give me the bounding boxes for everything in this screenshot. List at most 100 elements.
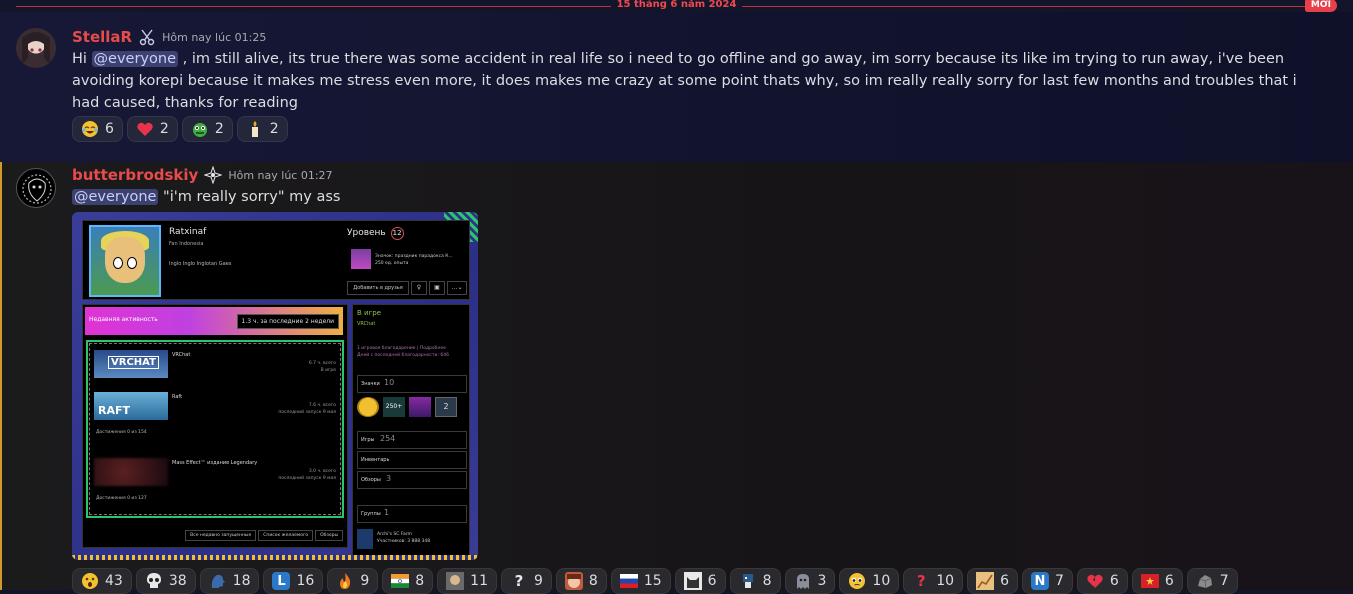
- attachment-image[interactable]: Ratxinaf Fan Indonesia Inglo Inglo Inglo…: [72, 212, 478, 560]
- mass-effect-logo: [94, 458, 168, 486]
- reaction-count: 9: [533, 573, 543, 589]
- steam-level-label: Уровень: [347, 228, 386, 238]
- reaction[interactable]: 6: [967, 568, 1018, 594]
- reaction[interactable]: 9: [327, 568, 379, 594]
- reaction[interactable]: 6: [674, 568, 726, 594]
- candle-icon: [246, 120, 264, 138]
- badge-250-icon: 250+: [383, 397, 405, 417]
- rock-icon: [1196, 572, 1214, 590]
- recent-activity-panel: Недавняя активность 1.3 ч. за последние …: [82, 304, 348, 548]
- broken-heart-icon: [1086, 572, 1104, 590]
- reaction-count: 16: [296, 573, 315, 589]
- reaction-count: 8: [588, 573, 598, 589]
- more-icon: …⌄: [447, 281, 467, 295]
- text-body: "i'm really sorry" my ass: [158, 189, 341, 205]
- talking-head-icon: [209, 572, 227, 590]
- game-name: Raft: [172, 394, 183, 400]
- reaction-bar: 6 2 2 2: [72, 116, 288, 142]
- gratitude-days: Дней с последней благодарности: 646: [357, 353, 449, 358]
- steam-profile-name: Ratxinaf: [169, 227, 207, 237]
- reaction-bar: 43 38 18 L 16 9 8 11 ? 9 8 15 6 8 3 10 ? 10…: [72, 568, 1238, 594]
- timestamp[interactable]: Hôm nay lúc 01:27: [228, 169, 332, 182]
- reaction[interactable]: ? 9: [500, 568, 552, 594]
- username[interactable]: butterbrodskiy: [72, 166, 198, 184]
- add-friend-button: Добавить в друзья: [347, 281, 409, 295]
- message-content: @everyone "i'm really sorry" my ass: [72, 186, 340, 208]
- game-item: VRCHAT VRChat 6.7 ч. всего В игре: [94, 348, 338, 396]
- new-messages-badge[interactable]: MỚI: [1304, 0, 1337, 12]
- reaction-count: 15: [643, 573, 662, 589]
- badge-name: Значок: праздник парадокса К...: [375, 254, 453, 259]
- reaction[interactable]: 7: [1186, 568, 1238, 594]
- message-content: Hi @everyone , im still alive, its true …: [72, 48, 1297, 114]
- raft-logo: RAFT: [94, 392, 168, 420]
- reaction[interactable]: 8: [729, 568, 781, 594]
- reaction[interactable]: 2: [181, 116, 233, 142]
- mention-everyone[interactable]: @everyone: [72, 189, 159, 205]
- groups-count: 1: [384, 508, 390, 517]
- reaction-count: 6: [1164, 573, 1174, 589]
- red-question-icon: ?: [916, 571, 926, 590]
- decorative-stripes: [72, 555, 478, 560]
- trophy-icon: ♀: [411, 281, 427, 295]
- reaction[interactable]: 6: [1131, 568, 1183, 594]
- reaction[interactable]: 6: [1076, 568, 1128, 594]
- reaction[interactable]: L 16: [263, 568, 324, 594]
- reaction[interactable]: 8: [555, 568, 607, 594]
- inventory-box: Инвентарь: [357, 451, 467, 469]
- message-header: butterbrodskiy Hôm nay lúc 01:27: [72, 165, 333, 185]
- reaction[interactable]: 15: [610, 568, 671, 594]
- reaction[interactable]: 10: [839, 568, 900, 594]
- games-box: Игры 254: [357, 431, 467, 449]
- scissors-icon[interactable]: [138, 28, 156, 46]
- reaction-count: 6: [105, 121, 114, 137]
- divider-date: 15 tháng 6 năm 2024: [610, 0, 743, 10]
- games-count: 254: [380, 434, 396, 443]
- question-mark-icon: ?: [514, 571, 524, 590]
- sparkle-badge-icon[interactable]: [203, 165, 223, 185]
- group-name: Archi's SC Farm: [377, 532, 412, 537]
- text-body: , im still alive, its true there was som…: [72, 51, 1297, 111]
- game-stats: 6.7 ч. всего В игре: [309, 360, 336, 374]
- current-game: VRChat: [357, 321, 376, 327]
- crying-laughing-icon: [81, 120, 99, 138]
- pleading-face-icon: [848, 572, 866, 590]
- group-info: Archi's SC Farm Участников: 3 888 348: [377, 531, 430, 545]
- group-members: Участников: 3 888 348: [377, 539, 431, 544]
- group-logo: [357, 529, 373, 549]
- india-flag-icon: [391, 572, 410, 590]
- reaction-count: 18: [232, 573, 251, 589]
- reaction[interactable]: 3: [784, 568, 836, 594]
- reaction[interactable]: 6: [72, 116, 123, 142]
- reaction[interactable]: 11: [437, 568, 497, 594]
- reaction-count: 8: [415, 573, 425, 589]
- reaction-count: 2: [269, 121, 279, 137]
- games-label: Игры: [361, 437, 375, 443]
- reaction-count: 7: [1219, 573, 1229, 589]
- avatar-butterbrodskiy[interactable]: [16, 168, 56, 208]
- reaction[interactable]: N7: [1022, 568, 1073, 594]
- avatar-stellar[interactable]: [16, 28, 56, 68]
- reaction-count: 43: [105, 573, 123, 589]
- gratitude-line: 1 игровое благодарение | Подробнее: [357, 346, 446, 351]
- username[interactable]: StellaR: [72, 28, 132, 46]
- timestamp[interactable]: Hôm nay lúc 01:25: [162, 31, 266, 44]
- game-stats: 3.0 ч. всего последний запуск 9 мая: [278, 468, 336, 482]
- reaction[interactable]: 2: [126, 116, 178, 142]
- reaction-count: 9: [360, 573, 370, 589]
- reaction[interactable]: 8: [382, 568, 434, 594]
- reaction[interactable]: 2: [236, 116, 288, 142]
- reviews-count: 3: [386, 474, 392, 483]
- mention-everyone[interactable]: @everyone: [91, 51, 178, 67]
- reaction[interactable]: 38: [135, 568, 196, 594]
- reaction[interactable]: 18: [199, 568, 260, 594]
- steam-badge-icon: [409, 397, 431, 417]
- reaction[interactable]: 43: [72, 568, 132, 594]
- badges-label: Значки: [361, 381, 380, 387]
- game-status: В игре: [320, 368, 336, 373]
- in-game-status: В игре: [357, 309, 382, 317]
- reviews-box: Обзоры 3: [357, 471, 467, 489]
- russia-flag-icon: [619, 572, 638, 590]
- reaction[interactable]: ? 10: [903, 568, 964, 594]
- game-name: VRChat: [172, 352, 191, 358]
